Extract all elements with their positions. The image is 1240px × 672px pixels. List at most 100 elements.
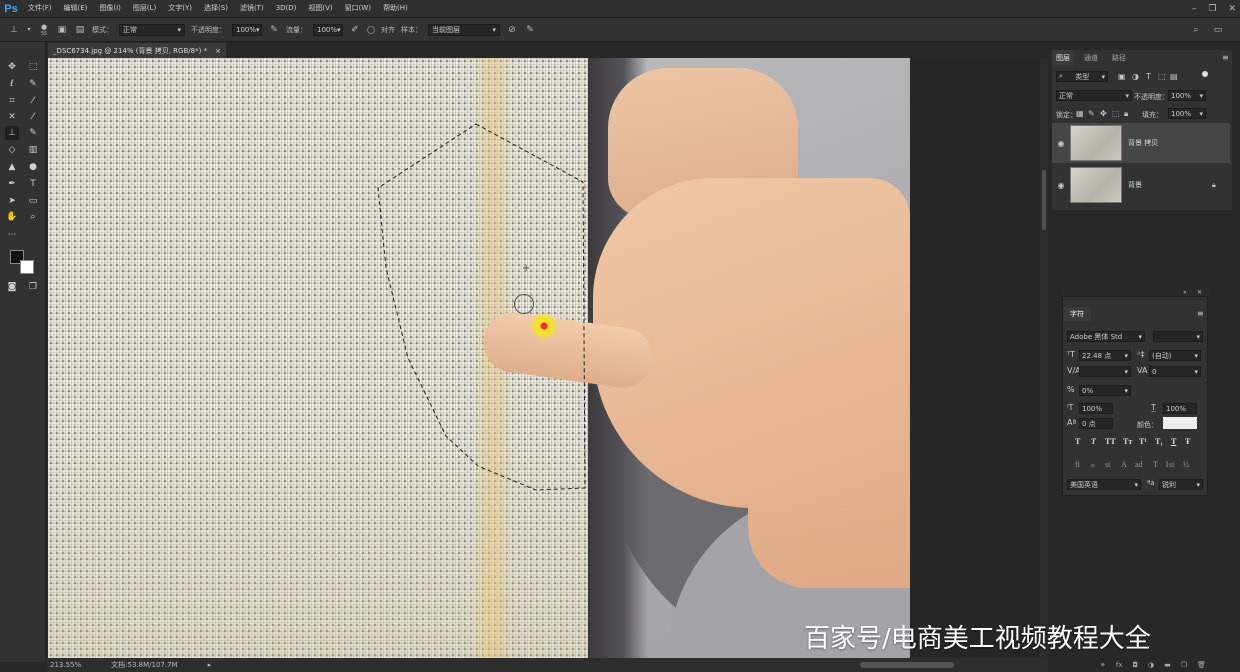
pressure-opacity-icon[interactable]: ✎	[268, 24, 280, 36]
menu-image[interactable]: 图像(I)	[93, 0, 127, 17]
faux-bold-button[interactable]: T	[1075, 437, 1080, 446]
marquee-icon[interactable]: ⬚	[26, 60, 40, 74]
rectangle-icon[interactable]: ▭	[26, 194, 40, 208]
sample-select[interactable]: 当前图层 ▾	[428, 23, 500, 36]
chevron-down-icon[interactable]: ▾	[26, 24, 32, 36]
healing-icon[interactable]: ✕	[5, 110, 19, 124]
brush-icon[interactable]: ⁄	[26, 110, 40, 124]
delete-layer-icon[interactable]: 🗑︎	[1197, 661, 1206, 669]
layer-row[interactable]: ◉ 背景 拷贝	[1052, 123, 1230, 163]
ligatures-button[interactable]: fi	[1075, 460, 1080, 469]
document-tab[interactable]: _DSC6734.jpg @ 214% (背景 拷贝, RGB/8*) * ×	[48, 43, 226, 58]
superscript-button[interactable]: T¹	[1139, 437, 1147, 446]
status-arrow-icon[interactable]: ▸	[208, 661, 212, 669]
baseline-shift-input[interactable]: 0 点	[1079, 418, 1113, 429]
contextual-alternates-button[interactable]: ℴ	[1091, 460, 1095, 469]
add-mask-icon[interactable]: ◘	[1132, 661, 1138, 669]
flow-input[interactable]: 100% ▾	[313, 23, 343, 36]
pressure-size-icon[interactable]: ✎	[524, 24, 536, 36]
text-color-swatch[interactable]	[1163, 417, 1197, 429]
leading-input[interactable]: (自动) ▾	[1149, 350, 1201, 361]
link-layers-icon[interactable]: ⚭	[1100, 661, 1106, 669]
discretionary-ligatures-button[interactable]: st	[1105, 460, 1110, 469]
brush-panel-icon[interactable]: ▣	[56, 24, 68, 36]
path-select-icon[interactable]: ➤	[5, 194, 19, 208]
clone-source-panel-icon[interactable]: ▤	[74, 24, 86, 36]
titling-alternates-button[interactable]: T	[1153, 460, 1158, 469]
lock-all-icon[interactable]: 🔒︎	[1124, 109, 1128, 119]
small-caps-button[interactable]: Tт	[1123, 437, 1132, 446]
brush-preset-icon[interactable]: ● 55	[38, 23, 50, 37]
antialias-select[interactable]: 锐利 ▾	[1159, 479, 1203, 490]
vertical-scale-input[interactable]: 100%	[1079, 403, 1113, 414]
menu-view[interactable]: 视图(V)	[302, 0, 338, 17]
zoom-icon[interactable]: ⌕	[26, 210, 40, 224]
menu-type[interactable]: 文字(Y)	[162, 0, 198, 17]
menu-file[interactable]: 文件(F)	[22, 0, 58, 17]
align-checkbox[interactable]	[367, 25, 375, 34]
filter-toggle-icon[interactable]	[1202, 71, 1208, 77]
strikethrough-button[interactable]: Ŧ	[1185, 437, 1190, 446]
filter-adjustment-icon[interactable]: ◑	[1132, 72, 1139, 81]
menu-edit[interactable]: 编辑(E)	[58, 0, 94, 17]
minimize-icon[interactable]: –	[1192, 4, 1197, 14]
menu-help[interactable]: 帮助(H)	[377, 0, 414, 17]
filter-type-icon[interactable]: T	[1146, 72, 1151, 81]
new-layer-icon[interactable]: ❐	[1181, 661, 1187, 669]
menu-select[interactable]: 选择(S)	[198, 0, 234, 17]
all-caps-button[interactable]: TT	[1105, 437, 1116, 446]
layer-row[interactable]: ◉ 背景 🔒︎	[1052, 165, 1230, 205]
tab-channels[interactable]: 通道	[1080, 50, 1102, 65]
fill-input[interactable]: 100% ▾	[1168, 108, 1206, 119]
crop-icon[interactable]: ⌗	[5, 94, 19, 108]
workspace-icon[interactable]: ▭	[1212, 24, 1224, 36]
history-brush-icon[interactable]: ✎	[26, 126, 40, 140]
clone-stamp-tool-icon[interactable]: ⊥	[8, 24, 20, 36]
tab-paths[interactable]: 路径	[1108, 50, 1130, 65]
collapse-icon[interactable]: »	[1183, 289, 1187, 296]
lock-pixels-icon[interactable]: ✎	[1088, 109, 1095, 118]
layer-name[interactable]: 背景 拷贝	[1128, 138, 1158, 148]
horizontal-scale-input[interactable]: 100%	[1163, 403, 1197, 414]
document-canvas[interactable]: +	[48, 58, 910, 658]
eye-icon[interactable]: ◉	[1052, 181, 1070, 190]
layer-kind-filter[interactable]: ⌕ 类型 ▾	[1056, 71, 1108, 82]
pen-icon[interactable]: ✒	[5, 177, 19, 191]
close-icon[interactable]: ✕	[1228, 4, 1236, 14]
zoom-level[interactable]: 213.55%	[50, 661, 81, 669]
lock-position-icon[interactable]: ✥	[1100, 109, 1107, 118]
language-select[interactable]: 美国英语 ▾	[1067, 479, 1141, 490]
font-family-select[interactable]: Adobe 黑体 Std ▾	[1067, 331, 1145, 342]
tsume-input[interactable]: 0% ▾	[1079, 385, 1131, 396]
layer-style-icon[interactable]: fx	[1116, 661, 1123, 669]
gradient-icon[interactable]: ▥	[26, 143, 40, 157]
swash-button[interactable]: A	[1121, 460, 1127, 469]
more-tools-icon[interactable]: ···	[5, 228, 19, 242]
eyedropper-icon[interactable]: ⁄	[26, 94, 40, 108]
horizontal-scroll-thumb[interactable]	[860, 662, 954, 668]
blend-mode-select[interactable]: 正常 ▾	[1056, 90, 1132, 101]
mode-select[interactable]: 正常 ▾	[119, 23, 185, 36]
quick-mask-icon[interactable]: ◙	[5, 280, 19, 294]
menu-layer[interactable]: 图层(L)	[127, 0, 162, 17]
menu-window[interactable]: 窗口(W)	[339, 0, 377, 17]
ignore-adjustment-icon[interactable]: ⊘	[506, 24, 518, 36]
blur-icon[interactable]: ▲	[5, 160, 19, 174]
search-icon[interactable]: ⌕	[1190, 24, 1202, 36]
airbrush-icon[interactable]: ✐	[349, 24, 361, 36]
underline-button[interactable]: T	[1171, 437, 1176, 446]
filter-smart-object-icon[interactable]: ▤	[1170, 72, 1178, 81]
lasso-icon[interactable]: ℓ	[5, 77, 19, 91]
hand-icon[interactable]: ✋	[5, 210, 19, 224]
quick-select-icon[interactable]: ✎	[26, 77, 40, 91]
opacity-input[interactable]: 100% ▾	[232, 23, 262, 36]
new-group-icon[interactable]: ▬	[1164, 661, 1171, 669]
lock-artboard-icon[interactable]: ⬚	[1112, 109, 1120, 118]
fractions-button[interactable]: ½	[1183, 460, 1189, 469]
move-icon[interactable]: ✥	[5, 60, 19, 74]
tab-character[interactable]: 字符	[1063, 307, 1091, 321]
font-size-input[interactable]: 22.48 点 ▾	[1079, 350, 1131, 361]
vertical-scrollbar[interactable]	[1040, 58, 1048, 658]
screen-mode-icon[interactable]: ❐	[26, 280, 40, 294]
dodge-icon[interactable]: ●	[26, 160, 40, 174]
